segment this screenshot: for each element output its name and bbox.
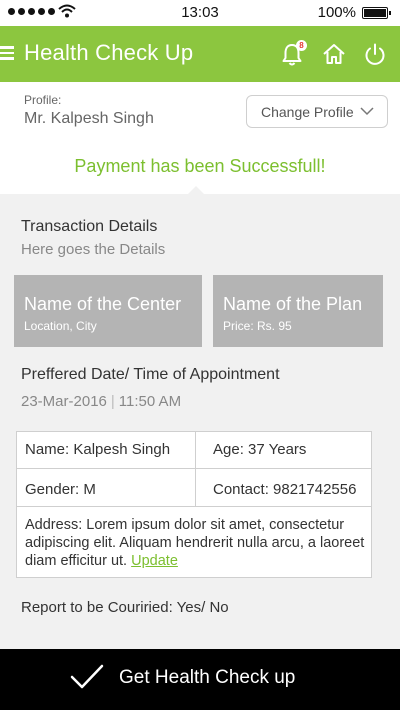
- appointment-label: Preffered Date/ Time of Appointment: [21, 366, 280, 383]
- update-address-link[interactable]: Update: [131, 553, 178, 569]
- get-health-check-up-label: Get Health Check up: [119, 667, 296, 688]
- center-location: Location, City: [24, 319, 97, 333]
- patient-name: Name: Kalpesh Singh: [25, 441, 171, 458]
- patient-address: Address: Lorem ipsum dolor sit amet, con…: [25, 516, 365, 570]
- center-name: Name of the Center: [24, 294, 182, 314]
- patient-age: Age: 37 Years: [213, 441, 307, 458]
- table-divider: [17, 468, 371, 469]
- courier-value[interactable]: Yes/ No: [177, 599, 229, 616]
- plan-card: Name of the Plan Price: Rs. 95: [213, 275, 383, 347]
- courier-label: Report to be Couriried:: [21, 599, 173, 616]
- profile-label: Profile:: [24, 93, 62, 107]
- plan-name: Name of the Plan: [223, 294, 363, 314]
- menu-icon[interactable]: [0, 46, 14, 60]
- battery-percent: 100%: [317, 4, 356, 21]
- table-divider: [195, 432, 196, 506]
- patient-contact: Contact: 9821742556: [213, 481, 357, 498]
- get-health-check-up-button[interactable]: Get Health Check up: [0, 649, 400, 710]
- courier-option: Report to be Couriried: Yes/ No: [21, 599, 229, 616]
- patient-details-table: Name: Kalpesh Singh Age: 37 Years Gender…: [16, 431, 372, 578]
- table-divider: [17, 506, 371, 507]
- change-profile-label: Change Profile: [261, 103, 354, 120]
- plan-price: Price: Rs. 95: [223, 319, 292, 333]
- transaction-section: [0, 194, 400, 649]
- battery-icon: [362, 7, 391, 19]
- change-profile-button[interactable]: Change Profile: [246, 95, 388, 128]
- section-pointer: [188, 186, 204, 194]
- patient-gender: Gender: M: [25, 481, 96, 498]
- payment-success-message: Payment has been Successfull!: [74, 156, 326, 176]
- notification-badge: 8: [296, 40, 307, 51]
- address-text: Address: Lorem ipsum dolor sit amet, con…: [25, 517, 365, 569]
- transaction-subtitle: Here goes the Details: [21, 241, 166, 258]
- app-header: Health Check Up 8: [0, 26, 400, 82]
- appointment-separator: |: [110, 393, 115, 410]
- chevron-down-icon: [360, 107, 374, 116]
- profile-name: Mr. Kalpesh Singh: [24, 110, 154, 127]
- home-icon[interactable]: [320, 40, 348, 68]
- power-icon[interactable]: [361, 40, 389, 68]
- status-bar: 13:03 100%: [0, 0, 400, 26]
- transaction-title: Transaction Details: [21, 218, 158, 235]
- appointment-value: 23-Mar-2016 | 11:50 AM: [21, 393, 181, 410]
- check-icon: [70, 664, 104, 689]
- app-title: Health Check Up: [24, 40, 194, 65]
- appointment-time: 11:50 AM: [118, 393, 182, 410]
- appointment-date: 23-Mar-2016: [21, 393, 107, 410]
- center-card: Name of the Center Location, City: [14, 275, 202, 347]
